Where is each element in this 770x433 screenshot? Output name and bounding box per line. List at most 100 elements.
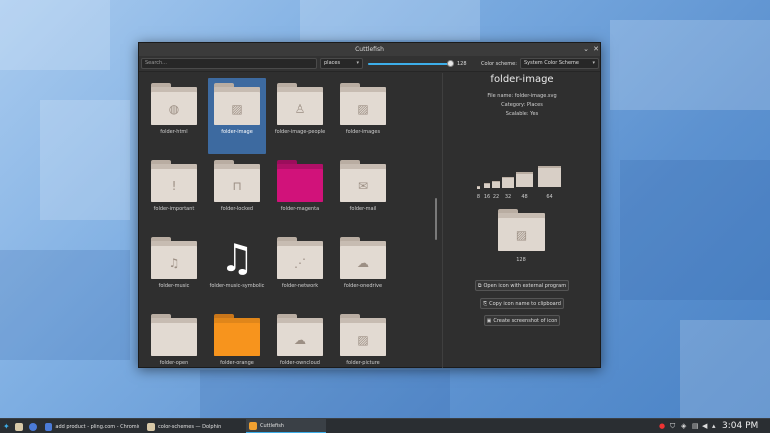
wallpaper-tile <box>40 100 130 220</box>
volume-icon[interactable]: ◀ <box>702 422 707 430</box>
icon-name: folder-locked <box>220 206 254 212</box>
app-icon <box>147 422 155 431</box>
cuttlefish-window: Cuttlefish ⌄ ✕ Search... places ▾ 128 Co… <box>138 42 601 368</box>
chevron-down-icon: ▾ <box>356 60 359 66</box>
preview-8-icon <box>477 186 480 189</box>
icon-cell[interactable]: ♙ folder-image-people <box>271 78 329 154</box>
globe-folder-icon: ◍ <box>151 83 197 125</box>
taskbar-window-button[interactable]: color-schemes — Dolphin <box>144 419 244 433</box>
category-select-value: places <box>324 60 341 66</box>
preview-size-label: 22 <box>492 194 500 200</box>
chromium-launcher[interactable] <box>26 419 40 433</box>
close-icon[interactable]: ✕ <box>591 44 601 54</box>
icon-cell[interactable]: ▨ folder-picture <box>334 309 392 385</box>
external-link-icon: ⧉ <box>477 282 482 289</box>
copy-name-label: Copy icon name to clipboard <box>489 300 561 307</box>
note-folder-icon: ♫ <box>151 237 197 279</box>
icon-cell[interactable]: ♫ folder-music <box>145 232 203 308</box>
icon-cell[interactable]: ⊓ folder-locked <box>208 155 266 231</box>
preview-128-label: 128 <box>516 257 526 263</box>
taskbar-window-button[interactable]: add product - pling.com - Chromiu... <box>42 419 142 433</box>
icon-cell[interactable]: ☁ folder-owncloud <box>271 309 329 385</box>
lock-folder-icon: ⊓ <box>214 160 260 202</box>
details-panel: folder-image File name: folder-image.svg… <box>443 73 601 368</box>
note-symbolic-folder-icon: ♫ <box>219 236 255 280</box>
icon-name: folder-owncloud <box>280 360 320 366</box>
icon-name: folder-picture <box>346 360 380 366</box>
shield-icon[interactable]: ⛉ <box>670 422 675 431</box>
icon-grid: ◍ folder-html ▨ folder-image ♙ folder-image-p… <box>139 73 442 368</box>
application-launcher[interactable]: ✦ <box>0 419 13 433</box>
details-file-name: File name: folder-image.svg <box>487 93 557 99</box>
preview-64-icon <box>538 166 561 187</box>
icon-size-slider[interactable] <box>368 60 454 67</box>
app-icon <box>249 421 257 430</box>
minimize-icon[interactable]: ⌄ <box>581 44 591 54</box>
icon-cell[interactable]: folder-open <box>145 309 203 385</box>
preview-size-label: 64 <box>546 194 553 200</box>
launcher-icon: ✦ <box>3 422 10 431</box>
color-scheme-select-value: System Color Scheme <box>524 60 579 66</box>
image-folder-icon: ▨ <box>340 314 386 356</box>
icon-cell[interactable]: ◍ folder-html <box>145 78 203 154</box>
taskbar-window-label: Cuttlefish <box>260 422 284 429</box>
icon-cell[interactable]: ! folder-important <box>145 155 203 231</box>
icon-cell[interactable]: folder-magenta <box>271 155 329 231</box>
color-scheme-label: Color scheme: <box>481 61 517 67</box>
window-titlebar[interactable]: Cuttlefish ⌄ ✕ <box>139 43 600 56</box>
icon-cell[interactable]: folder-orange <box>208 309 266 385</box>
icon-name: folder-music-symbolic <box>209 283 265 289</box>
open-external-button[interactable]: ⧉ Open icon with external program <box>475 280 569 291</box>
icon-name: folder-images <box>345 129 381 135</box>
icon-size-slider-handle[interactable] <box>447 60 454 67</box>
copy-name-button[interactable]: ⎘ Copy icon name to clipboard <box>480 298 564 309</box>
details-scalable: Scalable: Yes <box>505 111 539 117</box>
camera-icon: ▣ <box>486 317 492 324</box>
vivaldi-tray-icon[interactable]: ● <box>659 422 665 430</box>
screenshot-button[interactable]: ▣ Create screenshot of icon <box>484 315 560 326</box>
taskbar: ✦ add product - pling.com - Chromiu... co… <box>0 418 770 433</box>
icon-cell[interactable]: ✉ folder-mail <box>334 155 392 231</box>
clipboard-icon[interactable]: ▤ <box>692 422 699 430</box>
exclamation-folder-icon: ! <box>151 160 197 202</box>
color-scheme-select[interactable]: System Color Scheme ▾ <box>520 58 599 69</box>
icon-cell[interactable]: ⋰ folder-network <box>271 232 329 308</box>
preview-32-icon <box>502 177 514 188</box>
icon-cell[interactable]: ▨ folder-image <box>208 78 266 154</box>
icon-grid-scrollbar[interactable] <box>435 198 437 240</box>
clock[interactable]: 3:04 PM <box>722 421 758 431</box>
category-select[interactable]: places ▾ <box>320 58 363 69</box>
cloud-folder-icon: ☁ <box>277 314 323 356</box>
wallpaper-tile <box>610 20 770 110</box>
wallpaper-tile <box>680 320 770 418</box>
preview-22-icon <box>492 181 500 189</box>
icon-name: folder-onedrive <box>343 283 383 289</box>
preview-16-icon <box>484 183 490 189</box>
dolphin-launcher[interactable] <box>12 419 26 433</box>
folder-icon <box>15 422 23 431</box>
wallpaper-tile <box>300 0 480 40</box>
taskbar-window-label: add product - pling.com - Chromiu... <box>55 423 139 430</box>
icon-cell[interactable]: ☁ folder-onedrive <box>334 232 392 308</box>
preview-size-label: 48 <box>521 194 528 200</box>
expand-tray-icon[interactable]: ▴ <box>712 422 716 430</box>
chevron-down-icon: ▾ <box>592 60 595 66</box>
icon-name: folder-html <box>160 129 188 135</box>
wallpaper-tile <box>0 250 130 360</box>
envelope-folder-icon: ✉ <box>340 160 386 202</box>
folder-folder-icon <box>277 160 323 202</box>
icon-name: folder-image <box>221 129 253 135</box>
icon-name: folder-orange <box>220 360 254 366</box>
wallpaper-tile <box>620 160 770 300</box>
icon-name: folder-image-people <box>274 129 326 135</box>
cloud-folder-icon: ☁ <box>340 237 386 279</box>
taskbar-window-button[interactable]: Cuttlefish <box>246 419 326 433</box>
icon-cell[interactable]: ▨ folder-images <box>334 78 392 154</box>
browser-icon <box>29 422 37 431</box>
search-input[interactable]: Search... <box>141 58 317 69</box>
network-icon[interactable]: ◈ <box>681 422 686 430</box>
folder-folder-icon <box>151 314 197 356</box>
icon-size-slider-fill <box>368 63 451 65</box>
details-category: Category: Places <box>501 102 543 108</box>
icon-cell[interactable]: ♫ folder-music-symbolic <box>208 232 266 308</box>
